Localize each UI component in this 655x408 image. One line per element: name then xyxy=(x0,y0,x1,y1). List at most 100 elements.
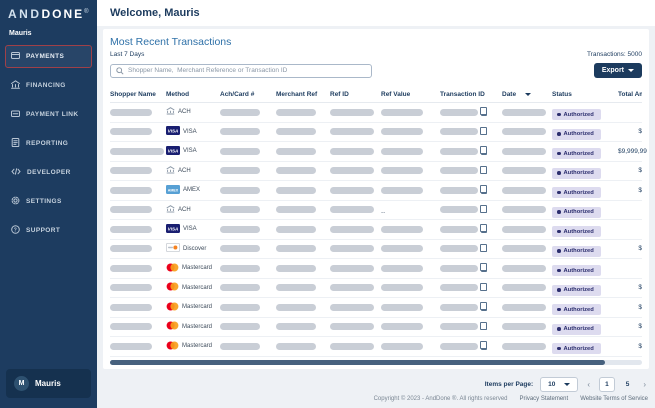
table-row[interactable]: VISA VISA Authorized $ xyxy=(110,123,642,142)
items-per-page-select[interactable]: 10 xyxy=(540,376,579,392)
table-row[interactable]: VISA VISA Authorized $9,999,99 xyxy=(110,142,647,162)
copy-icon[interactable] xyxy=(479,302,487,311)
merchant-ref-placeholder-bar xyxy=(276,303,316,311)
column-header-shopper-name[interactable]: Shopper Name xyxy=(110,91,166,98)
column-header-transaction-id[interactable]: Transaction ID xyxy=(440,91,502,98)
ach-card-placeholder-bar xyxy=(220,128,260,136)
cell-ach-card xyxy=(220,323,276,331)
table-row[interactable]: Discover Authorized $ xyxy=(110,240,642,259)
column-header-label: Date xyxy=(502,91,517,98)
payments-icon xyxy=(11,51,20,62)
shopper-name-placeholder-bar xyxy=(110,128,152,136)
horizontal-scrollbar[interactable] xyxy=(110,359,642,365)
merchant-ref-placeholder-bar xyxy=(276,323,316,331)
table-row[interactable]: Mastercard Authorized $ xyxy=(110,337,642,357)
status-label: Authorized xyxy=(563,170,594,176)
copy-icon[interactable] xyxy=(479,126,487,136)
cell-transaction-id xyxy=(440,302,502,311)
cell-shopper-name xyxy=(110,128,166,136)
copy-icon[interactable] xyxy=(479,224,487,233)
page-button-1[interactable]: 1 xyxy=(599,376,615,392)
table-row[interactable]: VISA VISA Authorized xyxy=(110,220,642,240)
table-row[interactable]: AMEX AMEX Authorized $ xyxy=(110,181,642,201)
export-button[interactable]: Export xyxy=(593,63,642,78)
copy-icon[interactable] xyxy=(479,185,487,194)
sidebar-item-financing[interactable]: FINANCING xyxy=(5,74,92,97)
search-box[interactable] xyxy=(110,63,372,78)
profile-box[interactable]: M Mauris xyxy=(6,369,91,398)
status-dot-icon xyxy=(557,307,561,312)
merchant-ref-placeholder-bar xyxy=(276,225,316,233)
column-header-method[interactable]: Method xyxy=(166,91,220,98)
copy-icon[interactable] xyxy=(479,146,487,155)
table-row[interactable]: ACH Authorized $ xyxy=(110,162,642,181)
cell-ref-value: -- xyxy=(381,201,440,219)
visa-icon: VISA xyxy=(166,126,180,137)
ref-id-placeholder-bar xyxy=(330,128,374,136)
privacy-link[interactable]: Privacy Statement xyxy=(520,396,569,402)
next-page-button[interactable]: › xyxy=(641,380,648,389)
copy-icon[interactable] xyxy=(479,204,487,214)
table-row[interactable]: Mastercard Authorized $ xyxy=(110,279,642,298)
column-header-label: Total Am xyxy=(618,91,642,98)
cell-ref-id xyxy=(330,128,381,136)
cell-method: Mastercard xyxy=(166,341,220,352)
merchant-ref-placeholder-bar xyxy=(276,108,316,116)
column-header-ach-card-[interactable]: Ach/Card # xyxy=(220,91,276,98)
sidebar-item-payments[interactable]: PAYMENTS xyxy=(5,45,92,68)
cell-merchant-ref xyxy=(276,167,330,175)
prev-page-button[interactable]: ‹ xyxy=(585,380,592,389)
ref-id-placeholder-bar xyxy=(330,186,374,194)
status-badge: Authorized xyxy=(552,206,601,218)
transaction-id-placeholder-bar xyxy=(440,186,478,194)
method-label: VISA xyxy=(183,128,197,135)
column-header-date[interactable]: Date xyxy=(502,91,552,98)
copy-icon[interactable] xyxy=(479,243,487,253)
ach-card-placeholder-bar xyxy=(220,323,260,331)
copy-icon[interactable] xyxy=(479,263,487,272)
column-header-ref-value[interactable]: Ref Value xyxy=(381,91,440,98)
cell-transaction-id xyxy=(440,321,502,331)
cell-total-amount: $ xyxy=(638,245,642,253)
cell-merchant-ref xyxy=(276,147,330,155)
ref-value-placeholder-bar xyxy=(381,167,423,175)
cell-transaction-id xyxy=(440,126,502,136)
copy-icon[interactable] xyxy=(479,321,487,331)
ach-card-placeholder-bar xyxy=(220,245,260,253)
pagination: Items per Page: 10 ‹ 15 › xyxy=(104,376,648,392)
status-label: Authorized xyxy=(563,131,594,137)
cell-transaction-id xyxy=(440,165,502,175)
column-header-merchant-ref[interactable]: Merchant Ref xyxy=(276,91,330,98)
table-row[interactable]: Mastercard Authorized $ xyxy=(110,298,642,318)
column-header-status[interactable]: Status xyxy=(552,91,618,98)
ach-card-placeholder-bar xyxy=(220,186,260,194)
sidebar-item-payment-link[interactable]: PAYMENT LINK xyxy=(5,103,92,126)
table-row[interactable]: Mastercard Authorized xyxy=(110,259,642,279)
copy-icon[interactable] xyxy=(479,341,487,350)
sidebar-item-label: PAYMENTS xyxy=(26,53,65,60)
table-row[interactable]: ACH Authorized xyxy=(110,103,642,123)
ref-value-placeholder-bar xyxy=(381,245,423,253)
status-badge: Authorized xyxy=(552,128,601,140)
copy-icon[interactable] xyxy=(479,165,487,175)
table-row[interactable]: ACH -- Authorized xyxy=(110,201,642,220)
sidebar-item-settings[interactable]: SETTINGS xyxy=(5,190,92,213)
column-header-total-am[interactable]: Total Am xyxy=(618,91,642,98)
copy-icon[interactable] xyxy=(479,282,487,292)
status-dot-icon xyxy=(557,171,561,175)
copy-icon[interactable] xyxy=(479,107,487,116)
search-input[interactable] xyxy=(128,67,366,74)
terms-link[interactable]: Website Terms of Service xyxy=(580,396,648,402)
sidebar-item-reporting[interactable]: REPORTING xyxy=(5,132,92,155)
cell-ref-value xyxy=(381,245,440,253)
caret-down-icon xyxy=(628,69,634,72)
sort-caret-down-icon[interactable] xyxy=(525,93,532,96)
column-header-ref-id[interactable]: Ref ID xyxy=(330,91,381,98)
page-button-5[interactable]: 5 xyxy=(621,378,635,391)
scrollbar-thumb[interactable] xyxy=(110,359,605,365)
sidebar-item-developer[interactable]: DEVELOPER xyxy=(5,161,92,184)
status-dot-icon xyxy=(557,112,561,117)
table-row[interactable]: Mastercard Authorized $ xyxy=(110,318,642,337)
status-label: Authorized xyxy=(563,150,594,157)
sidebar-item-support[interactable]: ? SUPPORT xyxy=(5,219,92,242)
